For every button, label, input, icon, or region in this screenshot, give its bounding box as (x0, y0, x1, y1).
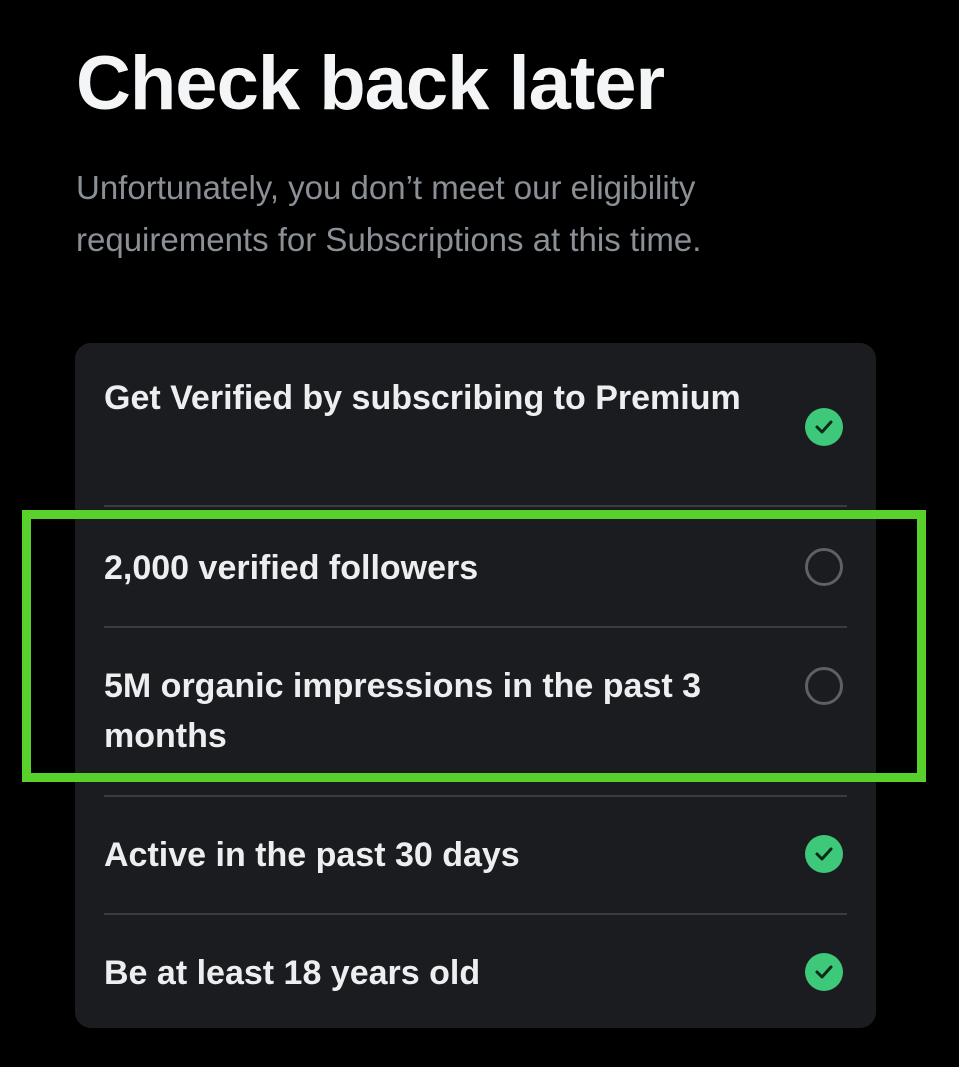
requirement-row-impressions: 5M organic impressions in the past 3 mon… (104, 661, 847, 761)
check-circle-icon (805, 835, 843, 873)
requirement-label: 2,000 verified followers (104, 549, 479, 587)
requirement-label: Get Verified by subscribing to Premium (104, 379, 741, 417)
divider (104, 626, 847, 628)
check-circle-icon (805, 408, 843, 446)
requirement-label: 5M organic impressions in the past 3 mon… (104, 667, 702, 755)
page-title: Check back later (76, 41, 665, 126)
requirements-card: Get Verified by subscribing to Premium 2… (75, 343, 876, 1028)
requirement-row-age: Be at least 18 years old (104, 948, 847, 998)
check-circle-icon (805, 953, 843, 991)
requirement-label: Active in the past 30 days (104, 836, 520, 874)
requirement-row-premium: Get Verified by subscribing to Premium (104, 372, 847, 502)
divider (104, 795, 847, 797)
requirement-row-followers: 2,000 verified followers (104, 543, 847, 593)
divider (104, 913, 847, 915)
empty-circle-icon (805, 548, 843, 586)
page-subtitle: Unfortunately, you don’t meet our eligib… (76, 169, 702, 258)
requirement-label: Be at least 18 years old (104, 954, 481, 992)
divider (104, 505, 847, 507)
empty-circle-icon (805, 667, 843, 705)
requirement-row-active: Active in the past 30 days (104, 830, 847, 880)
